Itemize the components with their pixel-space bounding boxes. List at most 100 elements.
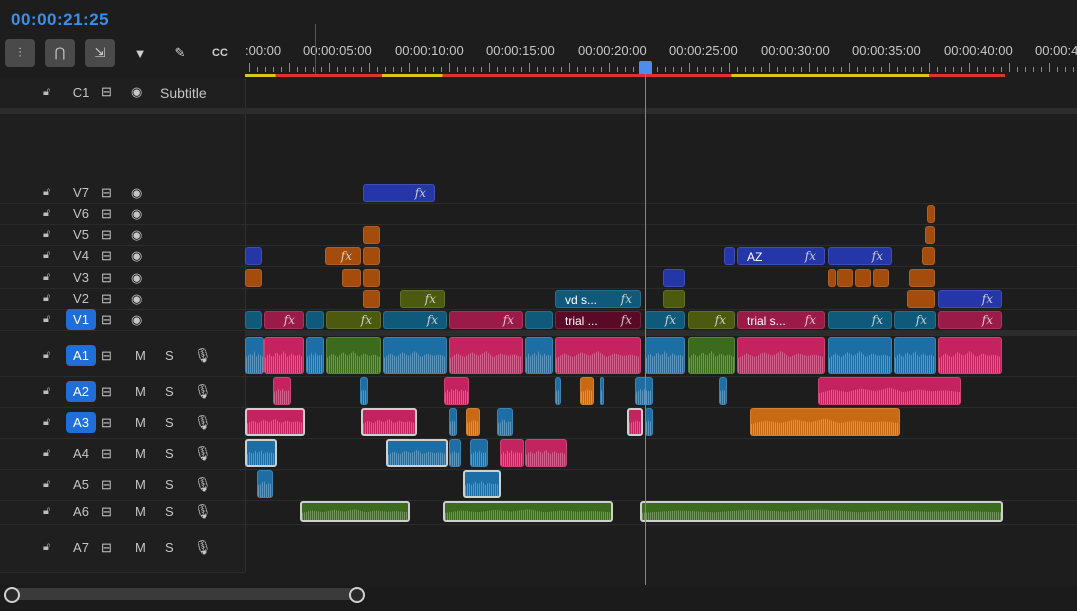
audio-clip[interactable] bbox=[326, 337, 381, 374]
lock-icon[interactable]: 🔓︎ bbox=[43, 478, 57, 491]
eye-icon[interactable]: ◉ bbox=[131, 312, 142, 328]
track-name[interactable]: A6 bbox=[66, 504, 96, 519]
microphone-icon[interactable]: 🎙︎ bbox=[194, 539, 212, 556]
video-clip[interactable]: fx bbox=[938, 311, 1002, 329]
microphone-icon[interactable]: 🎙︎ bbox=[194, 347, 212, 364]
video-clip[interactable]: fx bbox=[383, 311, 447, 329]
audio-clip[interactable] bbox=[264, 337, 304, 374]
captions-cc-icon[interactable]: CC bbox=[205, 39, 235, 67]
video-clip[interactable]: fx bbox=[938, 290, 1002, 308]
sync-lock-icon[interactable]: ⊟ bbox=[101, 348, 112, 364]
audio-clip[interactable] bbox=[300, 501, 410, 522]
video-clip[interactable] bbox=[525, 311, 553, 329]
eye-icon[interactable]: ◉ bbox=[131, 185, 142, 201]
eye-icon[interactable]: ◉ bbox=[131, 248, 142, 264]
audio-clip[interactable] bbox=[360, 377, 368, 405]
lock-icon[interactable]: 🔓︎ bbox=[43, 228, 57, 241]
sync-lock-icon[interactable]: ⊟ bbox=[101, 248, 112, 264]
audio-clip[interactable] bbox=[580, 377, 594, 405]
audio-clip[interactable] bbox=[600, 377, 604, 405]
video-clip[interactable]: fx bbox=[325, 247, 361, 265]
eye-icon[interactable]: ◉ bbox=[131, 84, 142, 100]
track-name[interactable]: V6 bbox=[66, 206, 96, 221]
video-clip[interactable] bbox=[245, 247, 262, 265]
solo-button[interactable]: S bbox=[165, 540, 174, 555]
video-clip[interactable] bbox=[342, 269, 361, 287]
video-clip[interactable] bbox=[245, 269, 262, 287]
video-clip[interactable] bbox=[363, 290, 380, 308]
track-name[interactable]: A3 bbox=[66, 412, 96, 433]
track-name[interactable]: V2 bbox=[66, 291, 96, 306]
video-clip[interactable] bbox=[922, 247, 935, 265]
lock-icon[interactable]: 🔓︎ bbox=[43, 416, 57, 429]
mute-button[interactable]: M bbox=[135, 477, 146, 492]
lock-icon[interactable]: 🔓︎ bbox=[43, 447, 57, 460]
scroll-zoom-handle-right[interactable] bbox=[349, 587, 365, 603]
lock-icon[interactable]: 🔓︎ bbox=[43, 86, 57, 99]
sync-lock-icon[interactable]: ⊟ bbox=[101, 227, 112, 243]
audio-clip[interactable] bbox=[463, 470, 501, 498]
sync-lock-icon[interactable]: ⊟ bbox=[101, 384, 112, 400]
wrench-settings-icon[interactable]: ✎ bbox=[165, 39, 195, 67]
time-ruler[interactable]: :00:00 00:00:05:00 00:00:10:00 00:00:15:… bbox=[245, 36, 1077, 78]
video-clip[interactable] bbox=[663, 269, 685, 287]
audio-clip[interactable] bbox=[273, 377, 291, 405]
audio-clip[interactable] bbox=[449, 408, 457, 436]
video-clip[interactable]: fx bbox=[363, 184, 435, 202]
eye-icon[interactable]: ◉ bbox=[131, 206, 142, 222]
video-clip[interactable] bbox=[907, 290, 935, 308]
video-clip[interactable] bbox=[925, 226, 935, 244]
video-clip[interactable]: fx bbox=[828, 311, 892, 329]
track-name[interactable]: A4 bbox=[66, 446, 96, 461]
sync-lock-icon[interactable]: ⊟ bbox=[101, 446, 112, 462]
lock-icon[interactable]: 🔓︎ bbox=[43, 186, 57, 199]
mute-button[interactable]: M bbox=[135, 348, 146, 363]
sync-lock-icon[interactable]: ⊟ bbox=[101, 504, 112, 520]
video-clip[interactable] bbox=[245, 311, 262, 329]
audio-clip[interactable] bbox=[449, 337, 523, 374]
video-clip[interactable]: trial s... fx bbox=[737, 311, 825, 329]
lock-icon[interactable]: 🔓︎ bbox=[43, 505, 57, 518]
video-clip[interactable]: fx bbox=[828, 247, 892, 265]
sync-lock-icon[interactable]: ⊟ bbox=[101, 206, 112, 222]
video-clip[interactable] bbox=[927, 205, 935, 223]
lock-icon[interactable]: 🔓︎ bbox=[43, 385, 57, 398]
sync-lock-icon[interactable]: ⊟ bbox=[101, 415, 112, 431]
track-name[interactable]: A5 bbox=[66, 477, 96, 492]
audio-clip[interactable] bbox=[719, 377, 727, 405]
mute-button[interactable]: M bbox=[135, 504, 146, 519]
video-clip[interactable]: fx bbox=[400, 290, 445, 308]
solo-button[interactable]: S bbox=[165, 446, 174, 461]
lock-icon[interactable]: 🔓︎ bbox=[43, 271, 57, 284]
video-clip[interactable]: fx bbox=[264, 311, 304, 329]
video-clip[interactable]: vd s... fx bbox=[555, 290, 641, 308]
audio-clip[interactable] bbox=[525, 337, 553, 374]
microphone-icon[interactable]: 🎙︎ bbox=[194, 503, 212, 520]
linked-selection-icon[interactable]: ⇲ bbox=[85, 39, 115, 67]
track-name[interactable]: V3 bbox=[66, 270, 96, 285]
audio-clip[interactable] bbox=[470, 439, 488, 467]
microphone-icon[interactable]: 🎙︎ bbox=[194, 445, 212, 462]
video-clip[interactable] bbox=[663, 290, 685, 308]
microphone-icon[interactable]: 🎙︎ bbox=[194, 383, 212, 400]
video-clip[interactable]: fx bbox=[449, 311, 523, 329]
audio-clip[interactable] bbox=[938, 337, 1002, 374]
sync-lock-icon[interactable]: ⊟ bbox=[101, 291, 112, 307]
lock-icon[interactable]: 🔓︎ bbox=[43, 292, 57, 305]
sync-lock-icon[interactable]: ⊟ bbox=[101, 84, 112, 100]
solo-button[interactable]: S bbox=[165, 504, 174, 519]
audio-clip[interactable] bbox=[449, 439, 461, 467]
audio-clip[interactable] bbox=[894, 337, 936, 374]
sync-lock-icon[interactable]: ⊟ bbox=[101, 477, 112, 493]
audio-clip[interactable] bbox=[750, 408, 900, 436]
audio-clip[interactable] bbox=[818, 377, 961, 405]
track-name[interactable]: V1 bbox=[66, 309, 96, 330]
eye-icon[interactable]: ◉ bbox=[131, 227, 142, 243]
audio-clip[interactable] bbox=[525, 439, 567, 467]
audio-clip[interactable] bbox=[257, 470, 273, 498]
audio-clip[interactable] bbox=[466, 408, 480, 436]
video-clip[interactable]: fx bbox=[645, 311, 685, 329]
track-name[interactable]: A7 bbox=[66, 540, 96, 555]
video-clip[interactable] bbox=[909, 269, 935, 287]
sync-lock-icon[interactable]: ⊟ bbox=[101, 312, 112, 328]
